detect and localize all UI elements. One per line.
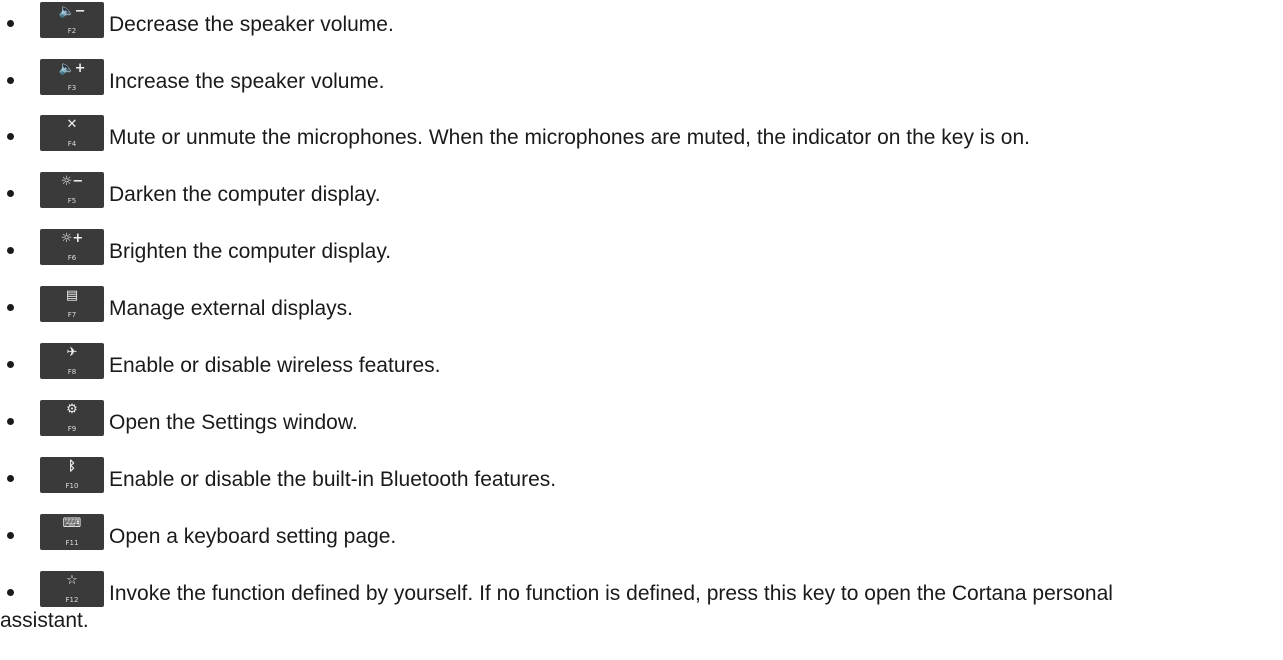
bullet-icon <box>7 304 14 311</box>
key-description: Brighten the computer display. <box>109 240 392 263</box>
fkey-label: F8 <box>67 368 77 376</box>
external-display-icon: ▤ F7 <box>40 286 104 322</box>
bullet-icon <box>7 190 14 197</box>
fkey-label: F4 <box>67 140 77 148</box>
key-description: Manage external displays. <box>109 297 353 320</box>
bullet-icon <box>7 20 14 27</box>
bullet-icon <box>7 532 14 539</box>
fkey-label: F11 <box>65 539 79 547</box>
bullet-icon <box>7 361 14 368</box>
wireless-off-icon: ✈ F8 <box>40 343 104 379</box>
keyboard-icon: ⌨ F11 <box>40 514 104 550</box>
key-description: Open a keyboard setting page. <box>109 525 397 548</box>
settings-gear-icon: ⚙ F9 <box>40 400 104 436</box>
key-description: Increase the speaker volume. <box>109 70 385 93</box>
fkey-label: F3 <box>67 84 77 92</box>
key-description: Decrease the speaker volume. <box>109 13 394 36</box>
fkey-label: F7 <box>67 311 77 319</box>
key-description: Invoke the function defined by yourself.… <box>0 582 1113 632</box>
brightness-down-icon: ☼− F5 <box>40 172 104 208</box>
key-description: Mute or unmute the microphones. When the… <box>109 126 1030 149</box>
key-description: Darken the computer display. <box>109 183 381 206</box>
fkey-label: F6 <box>67 254 77 262</box>
key-description: Enable or disable the built-in Bluetooth… <box>109 468 557 491</box>
key-description: Enable or disable wireless features. <box>109 354 441 377</box>
bullet-icon <box>7 77 14 84</box>
bullet-icon <box>7 475 14 482</box>
fkey-label: F10 <box>65 482 79 490</box>
fkey-label: F2 <box>67 27 77 35</box>
volume-up-icon: 🔈+ F3 <box>40 59 104 95</box>
fkey-label: F5 <box>67 197 77 205</box>
bullet-icon <box>7 247 14 254</box>
bullet-icon <box>7 133 14 140</box>
bluetooth-icon: ᛒ F10 <box>40 457 104 493</box>
volume-down-icon: 🔈− F2 <box>40 2 104 38</box>
fkey-label: F9 <box>67 425 77 433</box>
brightness-up-icon: ☼+ F6 <box>40 229 104 265</box>
key-description: Open the Settings window. <box>109 411 358 434</box>
mic-mute-icon: ✕ F4 <box>40 115 104 151</box>
bullet-icon <box>7 418 14 425</box>
